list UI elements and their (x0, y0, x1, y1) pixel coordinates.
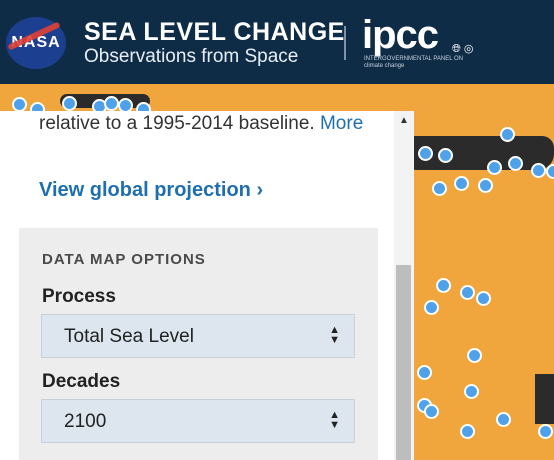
tide-gauge-marker[interactable] (432, 181, 447, 196)
title-main: SEA LEVEL CHANGE (84, 18, 345, 46)
projection-description: relative to a 1995-2014 baseline. More (39, 111, 379, 137)
ipcc-tagline: INTERGOVERNMENTAL PANEL ON climate chang… (364, 56, 464, 69)
tide-gauge-marker[interactable] (418, 146, 433, 161)
wmo-unep-emblem-icon: 🌐︎ ◎ (452, 43, 474, 55)
tide-gauge-marker[interactable] (538, 424, 553, 439)
description-text: relative to a 1995-2014 baseline. (39, 113, 315, 134)
tide-gauge-marker[interactable] (464, 384, 479, 399)
tide-gauge-marker[interactable] (417, 365, 432, 380)
process-select-value: Total Sea Level (64, 326, 194, 347)
site-title[interactable]: SEA LEVEL CHANGE Observations from Space (84, 18, 345, 68)
decades-select[interactable]: 2100 ▲ ▼ (41, 399, 355, 443)
more-link[interactable]: More (320, 113, 363, 134)
view-global-projection-link[interactable]: View global projection › (39, 179, 263, 202)
decades-label: Decades (42, 371, 121, 392)
tide-gauge-marker[interactable] (531, 163, 546, 178)
tide-gauge-marker[interactable] (454, 176, 469, 191)
tide-gauge-marker[interactable] (12, 97, 27, 112)
tide-gauge-marker[interactable] (62, 96, 77, 111)
tide-gauge-marker[interactable] (460, 424, 475, 439)
site-header: NASA SEA LEVEL CHANGE Observations from … (0, 0, 554, 84)
scroll-up-icon[interactable]: ▲ (396, 113, 412, 129)
tide-gauge-marker[interactable] (104, 96, 119, 111)
tide-gauge-marker[interactable] (500, 127, 515, 142)
ipcc-logo[interactable]: ipcc INTERGOVERNMENTAL PANEL ON climate … (362, 14, 464, 70)
tide-gauge-marker[interactable] (424, 404, 439, 419)
tide-gauge-marker[interactable] (508, 156, 523, 171)
title-subtitle: Observations from Space (84, 46, 299, 67)
tide-gauge-marker[interactable] (546, 164, 554, 179)
tide-gauge-marker[interactable] (467, 348, 482, 363)
select-arrows-icon: ▲ ▼ (329, 324, 340, 346)
tide-gauge-marker[interactable] (487, 160, 502, 175)
tide-gauge-marker[interactable] (478, 178, 493, 193)
tide-gauge-marker[interactable] (436, 278, 451, 293)
tide-gauge-marker[interactable] (424, 300, 439, 315)
process-select[interactable]: Total Sea Level ▲ ▼ (41, 314, 355, 358)
tide-gauge-marker[interactable] (476, 291, 491, 306)
ipcc-logo-text: ipcc (362, 13, 439, 57)
select-arrows-icon: ▲ ▼ (329, 409, 340, 431)
tide-gauge-marker[interactable] (438, 148, 453, 163)
process-label: Process (42, 286, 116, 307)
tide-gauge-marker[interactable] (460, 285, 475, 300)
options-title: DATA MAP OPTIONS (42, 251, 206, 268)
tide-gauge-marker[interactable] (496, 412, 511, 427)
decades-select-value: 2100 (64, 411, 107, 432)
land-mass (535, 374, 554, 424)
scrollbar-thumb[interactable] (396, 265, 411, 460)
header-divider (344, 26, 346, 60)
